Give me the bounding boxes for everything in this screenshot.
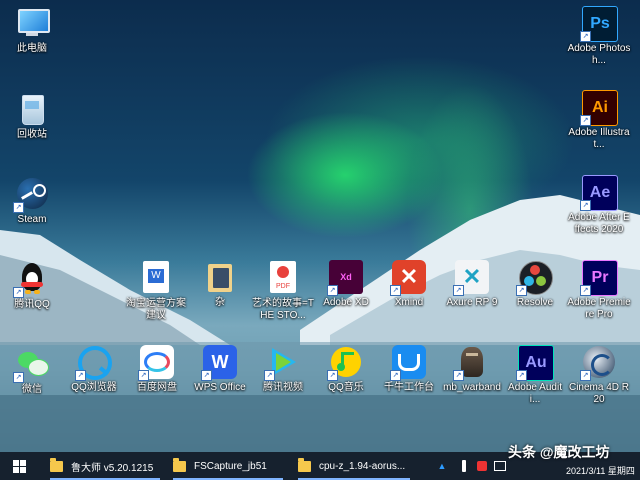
icon-label: mb_warband bbox=[443, 382, 501, 393]
desktop-icon-axure[interactable]: ✕ ↗ Axure RP 9 bbox=[440, 260, 504, 309]
icon-label: 艺术的故事=THE STO... bbox=[252, 298, 314, 321]
tray-up-arrow-icon[interactable]: ▲ bbox=[436, 452, 448, 480]
windows-logo-icon bbox=[12, 459, 26, 473]
taskbar-item-fscapture[interactable]: FSCapture_jb51 bbox=[173, 452, 283, 480]
taskbar-item-label: cpu-z_1.94-aorus... bbox=[319, 460, 406, 472]
qq-penguin-icon: ↗ bbox=[13, 262, 49, 298]
desktop-icon-tencent-video[interactable]: ↗ 腾讯视频 bbox=[251, 345, 315, 394]
icon-label: Adobe Illustrat... bbox=[568, 127, 630, 150]
taskbar-item-label: FSCapture_jb51 bbox=[194, 460, 267, 472]
folder-icon bbox=[298, 457, 311, 472]
baidu-netdisk-icon: ↗ bbox=[138, 345, 174, 381]
icon-label: Adobe Photosh... bbox=[567, 43, 631, 66]
desktop-icon-xmind[interactable]: ✕ ↗ Xmind bbox=[377, 260, 441, 309]
icon-label: Axure RP 9 bbox=[446, 297, 498, 308]
taskbar: 鲁大师 v5.20.1215 FSCapture_jb51 cpu-z_1.94… bbox=[0, 444, 640, 480]
desktop-icon-qq-browser[interactable]: ↗ QQ浏览器 bbox=[62, 345, 126, 394]
cinema4d-icon: ↗ bbox=[580, 345, 616, 381]
desktop-icon-qianniu[interactable]: ↗ 千牛工作台 bbox=[377, 345, 441, 394]
icon-label: 回收站 bbox=[17, 129, 47, 140]
icon-label: Steam bbox=[17, 214, 47, 225]
qq-browser-icon: ↗ bbox=[75, 345, 112, 381]
tray-network-icon[interactable] bbox=[494, 452, 506, 480]
icon-label: Adobe After Effects 2020 bbox=[568, 212, 630, 235]
desktop-icon-art-pdf[interactable]: PDF 艺术的故事=THE STO... bbox=[251, 260, 315, 322]
desktop-icon-illustrator[interactable]: Ai ↗ Adobe Illustrat... bbox=[567, 90, 631, 151]
desktop-icon-adobe-xd[interactable]: Xd ↗ Adobe XD bbox=[314, 260, 378, 309]
desktop-icon-wps[interactable]: W ↗ WPS Office bbox=[188, 345, 252, 394]
desktop-icon-resolve[interactable]: ↗ Resolve bbox=[503, 260, 567, 309]
taskbar-item-ludashi[interactable]: 鲁大师 v5.20.1215 bbox=[50, 452, 160, 480]
adobe-xd-icon: Xd ↗ bbox=[327, 260, 363, 296]
desktop-icon-warband[interactable]: ↗ mb_warband bbox=[440, 345, 504, 394]
icon-label: 千牛工作台 bbox=[384, 382, 434, 393]
icon-label: 百度网盘 bbox=[137, 382, 177, 393]
icon-label: Adobe XD bbox=[323, 297, 369, 308]
audition-icon: Au ↗ bbox=[516, 345, 554, 381]
wechat-icon: ↗ bbox=[13, 347, 49, 383]
desktop-icon-misc-folder[interactable]: 杂 bbox=[188, 260, 252, 309]
tencent-video-icon: ↗ bbox=[264, 345, 300, 381]
icon-label: Resolve bbox=[516, 297, 554, 308]
xmind-icon: ✕ ↗ bbox=[390, 260, 426, 296]
icon-label: 腾讯视频 bbox=[263, 382, 303, 393]
icon-label: QQ音乐 bbox=[328, 382, 364, 393]
desktop-icon-qq[interactable]: ↗ 腾讯QQ bbox=[0, 262, 64, 311]
desktop-icon-after-effects[interactable]: Ae ↗ Adobe After Effects 2020 bbox=[567, 175, 631, 236]
desktop-icon-taobao-doc[interactable]: W 淘宝运营方案建议 bbox=[124, 260, 188, 322]
icon-label: Xmind bbox=[394, 297, 424, 308]
photoshop-icon: Ps ↗ bbox=[580, 6, 618, 42]
desktop-icon-steam[interactable]: ↗ Steam bbox=[0, 177, 64, 226]
watermark-text: 头条 @魔改工坊 bbox=[508, 444, 610, 460]
icon-label: 杂 bbox=[215, 297, 225, 308]
desktop-icon-this-pc[interactable]: 此电脑 bbox=[0, 6, 64, 55]
desktop-icon-premiere[interactable]: Pr ↗ Adobe Premiere Pro bbox=[567, 260, 631, 321]
desktop-icon-audition[interactable]: Au ↗ Adobe Auditi... bbox=[503, 345, 567, 406]
icon-label: Cinema 4D R20 bbox=[568, 382, 630, 405]
desktop-icon-wechat[interactable]: ↗ 微信 bbox=[0, 347, 64, 396]
tray-security-icon[interactable] bbox=[476, 452, 488, 480]
icon-label: 淘宝运营方案建议 bbox=[126, 298, 186, 321]
recycle-bin-icon bbox=[15, 92, 49, 126]
taskbar-item-label: 鲁大师 v5.20.1215 bbox=[71, 462, 154, 474]
axure-icon: ✕ ↗ bbox=[453, 260, 489, 296]
desktop-icon-photoshop[interactable]: Ps ↗ Adobe Photosh... bbox=[567, 6, 631, 67]
taskbar-item-cpuz[interactable]: cpu-z_1.94-aorus... bbox=[298, 452, 410, 480]
illustrator-icon: Ai ↗ bbox=[580, 90, 618, 126]
tray-usb-icon[interactable] bbox=[458, 452, 470, 480]
qianniu-icon: ↗ bbox=[390, 345, 426, 381]
desktop-icon-baidu-netdisk[interactable]: ↗ 百度网盘 bbox=[125, 345, 189, 394]
start-button[interactable] bbox=[8, 452, 30, 480]
warband-icon: ↗ bbox=[453, 345, 489, 381]
desktop-icon-cinema4d[interactable]: ↗ Cinema 4D R20 bbox=[567, 345, 631, 406]
davinci-resolve-icon: ↗ bbox=[516, 260, 553, 296]
icon-label: 腾讯QQ bbox=[14, 299, 50, 310]
computer-icon bbox=[15, 6, 50, 40]
folder-icon bbox=[173, 457, 186, 472]
icon-label: 此电脑 bbox=[17, 43, 47, 54]
premiere-icon: Pr ↗ bbox=[580, 260, 618, 296]
icon-label: 微信 bbox=[22, 384, 42, 395]
pdf-icon: PDF bbox=[266, 261, 300, 295]
wps-icon: W ↗ bbox=[201, 345, 237, 381]
icon-label: WPS Office bbox=[194, 382, 246, 393]
steam-icon: ↗ bbox=[13, 177, 49, 213]
icon-label: QQ浏览器 bbox=[71, 382, 117, 393]
word-doc-icon: W bbox=[139, 261, 173, 295]
qq-music-icon: ↗ bbox=[327, 345, 363, 381]
after-effects-icon: Ae ↗ bbox=[580, 175, 618, 211]
desktop-icon-recycle-bin[interactable]: 回收站 bbox=[0, 92, 64, 141]
desktop-icon-qq-music[interactable]: ↗ QQ音乐 bbox=[314, 345, 378, 394]
icon-label: Adobe Auditi... bbox=[508, 382, 562, 405]
folder-icon bbox=[203, 260, 237, 294]
clock-date[interactable]: 2021/3/11 星期四 bbox=[566, 460, 635, 480]
folder-icon bbox=[50, 457, 63, 472]
icon-label: Adobe Premiere Pro bbox=[567, 297, 631, 320]
